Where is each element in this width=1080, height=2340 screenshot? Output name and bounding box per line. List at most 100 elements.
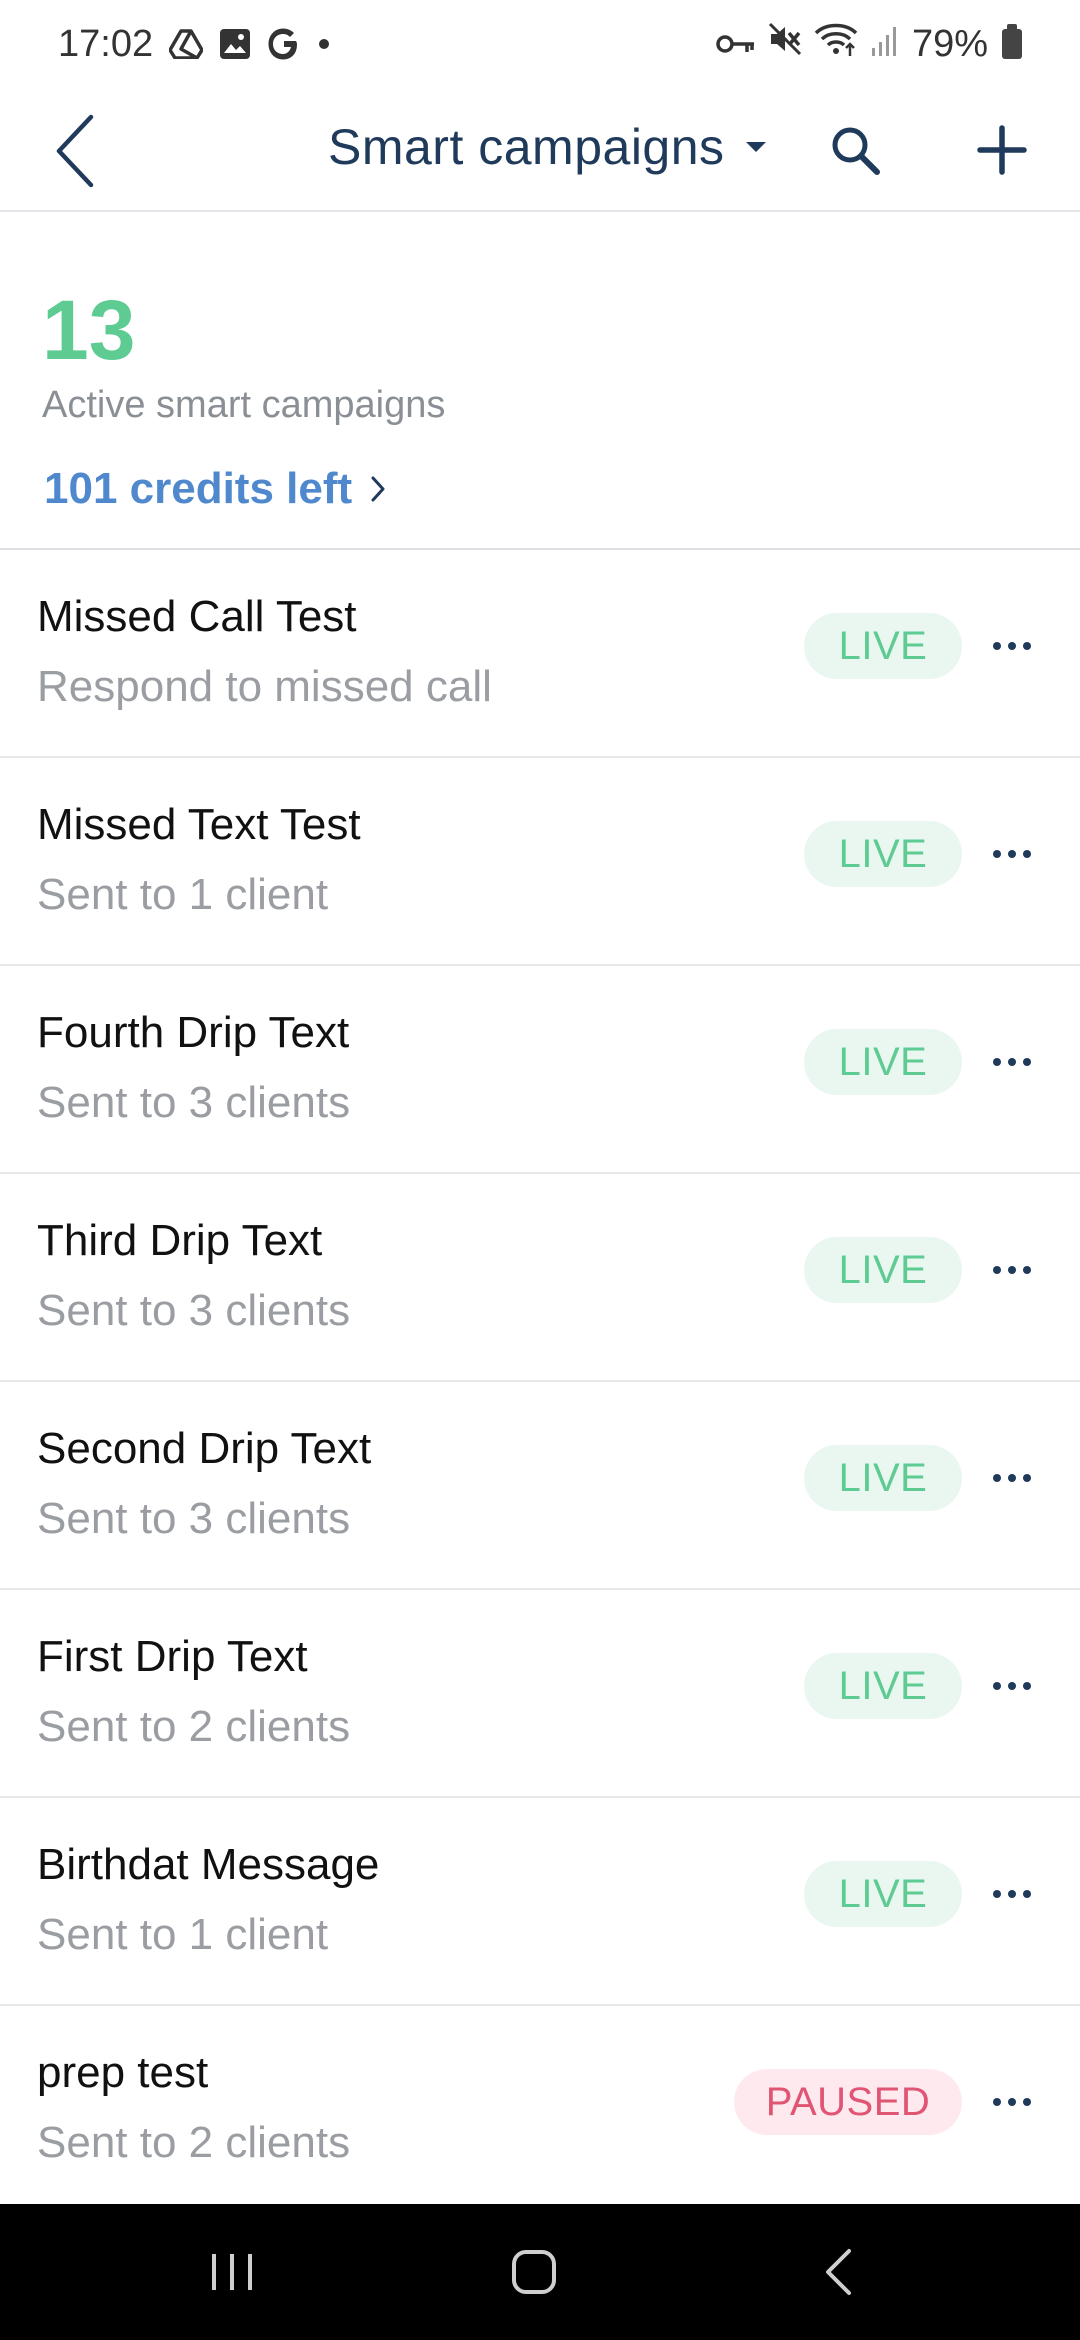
more-dot-icon <box>993 1890 1001 1898</box>
campaign-title: Second Drip Text <box>37 1424 372 1473</box>
list-item[interactable]: Third Drip Text Sent to 3 clients LIVE <box>0 1174 1080 1382</box>
more-options-button[interactable] <box>980 828 1044 880</box>
campaign-title: Missed Call Test <box>37 592 357 641</box>
campaign-subtitle: Sent to 2 clients <box>37 1702 351 1751</box>
list-item[interactable]: Missed Text Test Sent to 1 client LIVE <box>0 758 1080 966</box>
more-dot-icon <box>993 1682 1001 1690</box>
campaign-subtitle: Sent to 1 client <box>37 1910 329 1959</box>
search-button[interactable] <box>815 110 895 190</box>
more-options-button[interactable] <box>980 1868 1044 1920</box>
more-dot-icon <box>1008 850 1016 858</box>
more-options-button[interactable] <box>980 1244 1044 1296</box>
caret-down-icon <box>745 142 766 152</box>
active-count: 13 <box>42 283 136 377</box>
credits-text: 101 credits left <box>44 464 353 513</box>
more-dot-icon <box>1008 1890 1016 1898</box>
campaign-subtitle: Sent to 2 clients <box>37 2118 351 2167</box>
more-options-button[interactable] <box>980 1036 1044 1088</box>
list-item[interactable]: Fourth Drip Text Sent to 3 clients LIVE <box>0 966 1080 1174</box>
campaign-title: First Drip Text <box>37 1632 308 1681</box>
status-left: 17:02 <box>58 23 331 66</box>
active-label: Active smart campaigns <box>42 384 446 426</box>
wifi-icon <box>814 22 858 66</box>
status-badge: LIVE <box>804 613 962 679</box>
more-dot-icon <box>1023 1682 1031 1690</box>
battery-icon <box>1002 24 1022 59</box>
list-item[interactable]: First Drip Text Sent to 2 clients LIVE <box>0 1590 1080 1798</box>
status-badge: LIVE <box>804 1029 962 1095</box>
more-dot-icon <box>993 1474 1001 1482</box>
title-dropdown[interactable]: Smart campaigns <box>328 118 767 176</box>
more-dot-icon <box>1008 1474 1016 1482</box>
signal-icon <box>870 23 900 66</box>
add-campaign-button[interactable] <box>962 110 1042 190</box>
status-time: 17:02 <box>58 22 154 65</box>
campaign-title: Missed Text Test <box>37 800 361 849</box>
campaign-subtitle: Sent to 1 client <box>37 870 329 919</box>
campaign-summary: 13 Active smart campaigns 101 credits le… <box>0 212 1080 550</box>
battery-percent: 79% <box>911 22 988 65</box>
status-badge: LIVE <box>804 1861 962 1927</box>
mute-icon <box>768 22 802 66</box>
more-options-button[interactable] <box>980 2076 1044 2128</box>
system-back-button[interactable] <box>778 2232 898 2312</box>
image-icon <box>219 28 251 60</box>
more-dot-icon <box>993 2098 1001 2106</box>
more-dot-icon <box>1023 1058 1031 1066</box>
campaign-title: Third Drip Text <box>37 1216 323 1265</box>
more-options-button[interactable] <box>980 1660 1044 1712</box>
back-button[interactable] <box>30 106 120 196</box>
more-dot-icon <box>1023 1474 1031 1482</box>
plus-icon <box>977 125 1027 175</box>
more-options-button[interactable] <box>980 1452 1044 1504</box>
campaign-title: prep test <box>37 2048 209 2097</box>
more-dot-icon <box>1023 850 1031 858</box>
chevron-right-icon <box>371 476 385 502</box>
more-dot-icon <box>993 642 1001 650</box>
search-icon <box>832 127 880 175</box>
more-dot-icon <box>993 1058 1001 1066</box>
campaign-subtitle: Sent to 3 clients <box>37 1494 351 1543</box>
more-dot-icon <box>1023 642 1031 650</box>
more-options-button[interactable] <box>980 620 1044 672</box>
status-badge: LIVE <box>804 1445 962 1511</box>
system-nav-bar <box>0 2204 1080 2340</box>
list-item[interactable]: Second Drip Text Sent to 3 clients LIVE <box>0 1382 1080 1590</box>
status-badge: LIVE <box>804 1653 962 1719</box>
recent-apps-icon <box>212 2254 252 2290</box>
chevron-left-icon <box>56 114 94 188</box>
campaign-subtitle: Sent to 3 clients <box>37 1286 351 1335</box>
campaign-subtitle: Respond to missed call <box>37 662 492 711</box>
more-dot-icon <box>1008 2098 1016 2106</box>
status-right: 79% <box>716 22 1022 66</box>
list-item[interactable]: Missed Call Test Respond to missed call … <box>0 550 1080 758</box>
app-bar: Smart campaigns <box>0 88 1080 212</box>
home-button[interactable] <box>474 2232 594 2312</box>
more-dot-icon <box>993 850 1001 858</box>
recent-apps-button[interactable] <box>172 2232 292 2312</box>
dot-icon <box>317 37 331 51</box>
status-badge: LIVE <box>804 1237 962 1303</box>
credits-link[interactable]: 101 credits left <box>44 464 386 514</box>
drive-icon <box>169 29 204 59</box>
google-icon <box>267 27 301 61</box>
more-dot-icon <box>1023 1266 1031 1274</box>
campaign-subtitle: Sent to 3 clients <box>37 1078 351 1127</box>
status-badge: LIVE <box>804 821 962 887</box>
more-dot-icon <box>1008 1682 1016 1690</box>
back-icon <box>826 2249 851 2295</box>
list-item[interactable]: prep test Sent to 2 clients PAUSED <box>0 2006 1080 2214</box>
list-item[interactable]: Birthdat Message Sent to 1 client LIVE <box>0 1798 1080 2006</box>
more-dot-icon <box>1023 2098 1031 2106</box>
more-dot-icon <box>1008 1266 1016 1274</box>
status-bar: 17:02 79% <box>0 0 1080 88</box>
page-title: Smart campaigns <box>328 119 725 175</box>
more-dot-icon <box>1008 1058 1016 1066</box>
campaign-title: Birthdat Message <box>37 1840 380 1889</box>
status-badge: PAUSED <box>734 2069 962 2135</box>
home-icon <box>512 2250 556 2294</box>
campaign-title: Fourth Drip Text <box>37 1008 350 1057</box>
vpn-key-icon <box>716 23 756 66</box>
campaign-list: Missed Call Test Respond to missed call … <box>0 550 1080 2214</box>
more-dot-icon <box>993 1266 1001 1274</box>
